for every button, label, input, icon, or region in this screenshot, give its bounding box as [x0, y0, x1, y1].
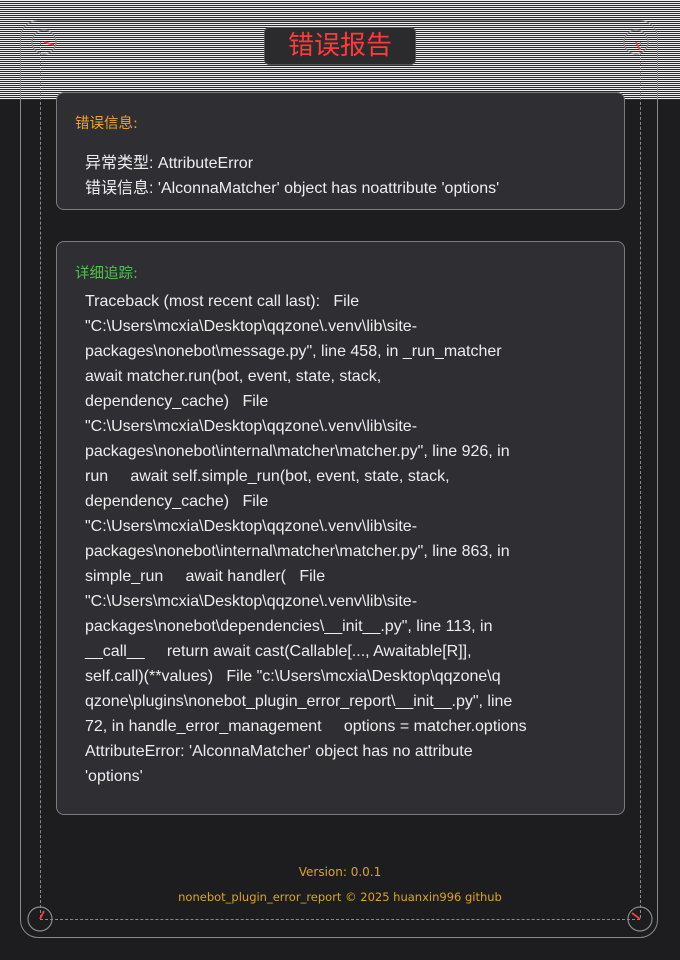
traceback-line: __call__ return await cast(Callable[...,…: [85, 643, 472, 660]
traceback-line: await matcher.run(bot, event, state, sta…: [85, 368, 382, 385]
exception-type-line: 异常类型: AttributeError: [85, 155, 254, 172]
traceback-line: 'options': [85, 768, 143, 785]
traceback-line: packages\nonebot\message.py", line 458, …: [85, 343, 502, 360]
traceback-line: "C:\Users\mcxia\Desktop\qqzone\.venv\lib…: [85, 318, 418, 335]
traceback-line: packages\nonebot\internal\matcher\matche…: [85, 543, 510, 560]
traceback-line: AttributeError: 'AlconnaMatcher' object …: [85, 743, 473, 760]
traceback-line: run await self.simple_run(bot, event, st…: [85, 468, 450, 485]
error-info-heading: 错误信息:: [75, 116, 138, 132]
page-title: 错误报告: [264, 27, 416, 65]
traceback-panel: 详细追踪: Traceback (most recent call last):…: [56, 241, 625, 815]
frame-dashed-line-bottom: [40, 919, 640, 920]
traceback-line: "C:\Users\mcxia\Desktop\qqzone\.venv\lib…: [85, 593, 418, 610]
traceback-heading: 详细追踪:: [75, 266, 138, 282]
traceback-line: qzone\plugins\nonebot_plugin_error_repor…: [85, 693, 513, 710]
clock-dial-icon: [27, 906, 53, 932]
credit-label: nonebot_plugin_error_report © 2025 huanx…: [178, 890, 502, 904]
traceback-line: packages\nonebot\internal\matcher\matche…: [85, 443, 510, 460]
traceback-line: dependency_cache) File: [85, 493, 269, 510]
traceback-line: packages\nonebot\dependencies\__init__.p…: [85, 618, 493, 635]
traceback-line: Traceback (most recent call last): File: [85, 293, 360, 310]
clock-dial-icon: [627, 906, 653, 932]
traceback-text: Traceback (most recent call last): File …: [85, 289, 585, 789]
clock-dial-icon: [31, 29, 57, 55]
traceback-line: "C:\Users\mcxia\Desktop\qqzone\.venv\lib…: [85, 418, 418, 435]
traceback-line: self.call)(**values) File "c:\Users\mcxi…: [85, 668, 501, 685]
traceback-line: "C:\Users\mcxia\Desktop\qqzone\.venv\lib…: [85, 518, 418, 535]
error-message-line: 错误信息: 'AlconnaMatcher' object has noattr…: [85, 180, 500, 197]
traceback-line: 72, in handle_error_management options =…: [85, 718, 527, 735]
frame-dashed-line-right: [640, 42, 641, 918]
error-info-panel: 错误信息: 异常类型: AttributeError 错误信息: 'Alconn…: [56, 92, 625, 210]
frame-dashed-line-left: [40, 42, 41, 918]
traceback-line: dependency_cache) File: [85, 393, 269, 410]
clock-dial-icon: [623, 29, 649, 55]
version-label: Version: 0.0.1: [298, 865, 382, 879]
traceback-line: simple_run await handler( File: [85, 568, 326, 585]
